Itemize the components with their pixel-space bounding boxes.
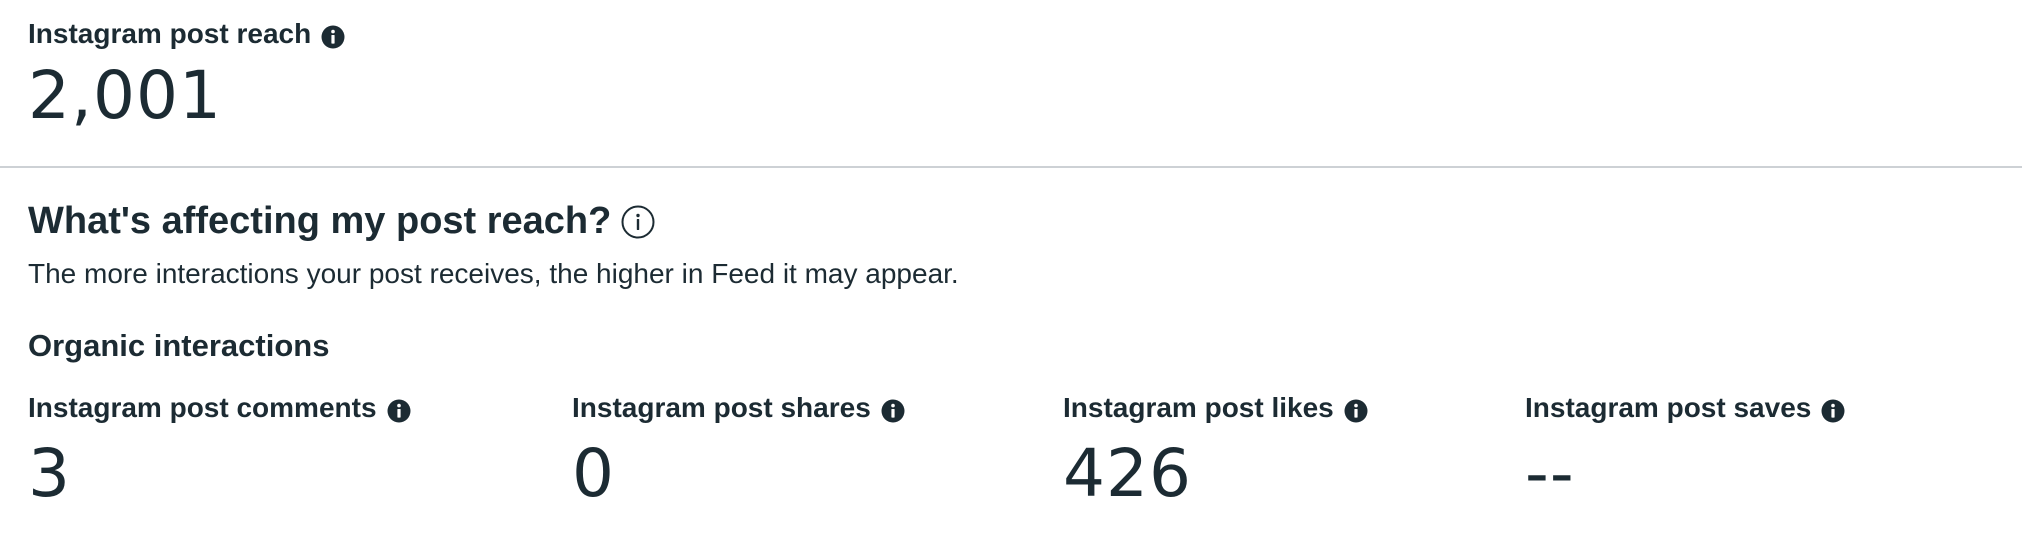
metric-saves-label-row: Instagram post saves (1525, 390, 1845, 426)
affecting-reach-heading-row: What's affecting my post reach? (28, 198, 655, 244)
metric-likes-label-row: Instagram post likes (1063, 390, 1368, 426)
post-reach-value: 2,001 (28, 57, 222, 134)
info-icon[interactable] (881, 396, 905, 423)
metric-comments-label-row: Instagram post comments (28, 390, 411, 426)
metric-shares-label-row: Instagram post shares (572, 390, 905, 426)
metric-shares: Instagram post shares 0 (572, 390, 905, 512)
post-reach-label-row: Instagram post reach (28, 16, 345, 52)
section-divider (0, 166, 2022, 168)
metric-shares-label: Instagram post shares (572, 392, 871, 423)
affecting-reach-heading: What's affecting my post reach? (28, 200, 612, 242)
metric-saves-value: -- (1525, 435, 1575, 512)
metric-likes: Instagram post likes 426 (1063, 390, 1368, 512)
info-icon[interactable] (387, 396, 411, 423)
info-icon[interactable] (321, 22, 345, 49)
metric-comments-label: Instagram post comments (28, 392, 377, 423)
info-icon[interactable] (1821, 396, 1845, 423)
organic-interactions-heading: Organic interactions (28, 328, 330, 363)
info-outline-icon[interactable] (621, 204, 655, 239)
metric-saves: Instagram post saves -- (1525, 390, 1845, 512)
post-reach-label: Instagram post reach (28, 18, 312, 49)
metric-comments-value: 3 (28, 435, 71, 512)
metric-likes-label: Instagram post likes (1063, 392, 1334, 423)
metric-likes-value: 426 (1063, 435, 1192, 512)
metric-shares-value: 0 (572, 435, 615, 512)
metric-comments: Instagram post comments 3 (28, 390, 411, 512)
info-icon[interactable] (1344, 396, 1368, 423)
affecting-reach-description: The more interactions your post receives… (28, 258, 959, 289)
metric-saves-label: Instagram post saves (1525, 392, 1812, 423)
